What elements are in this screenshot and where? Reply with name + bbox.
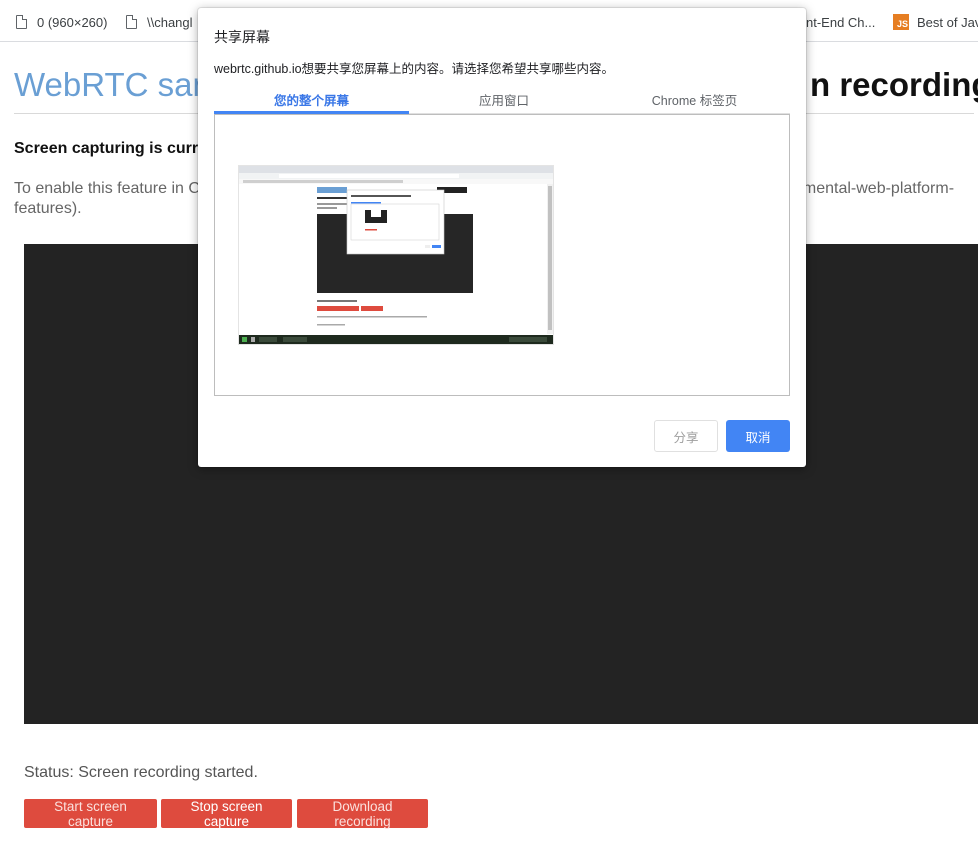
enable-instructions-line2: features).	[14, 200, 82, 217]
bookmark-item[interactable]: \\changl	[126, 13, 193, 31]
cancel-button[interactable]: 取消	[726, 420, 790, 452]
warning-text: Screen capturing is curre	[14, 140, 207, 157]
enable-instructions: To enable this feature in Ch	[14, 180, 209, 197]
stop-capture-button[interactable]: Stop screen capture	[161, 799, 292, 829]
bookmark-item[interactable]: 0 (960×260)	[16, 13, 107, 31]
page-title: WebRTC sam	[14, 66, 220, 103]
bookmark-label: nt-End Ch...	[806, 14, 876, 30]
bookmark-item[interactable]: nt-End Ch...	[806, 13, 875, 31]
js-icon: JS	[893, 14, 909, 30]
page-icon	[126, 14, 138, 29]
download-recording-button[interactable]: Download recording	[297, 799, 428, 829]
page-icon	[16, 14, 28, 29]
tab-application-window[interactable]: 应用窗口	[409, 90, 599, 114]
share-button[interactable]: 分享	[654, 420, 718, 452]
bookmark-label: \\changl	[147, 14, 193, 30]
status-text: Status: Screen recording started.	[24, 764, 258, 781]
dialog-description: webrtc.github.io想要共享您屏幕上的内容。请选择您希望共享哪些内容…	[214, 62, 615, 76]
bookmark-label: Best of Jav	[917, 14, 978, 30]
screen-thumbnail-image	[239, 166, 553, 344]
screen-thumbnail[interactable]	[239, 166, 553, 344]
page-title-tail: n recording	[810, 66, 978, 103]
enable-instructions-tail: rimental-web-platform-	[794, 180, 955, 197]
share-screen-dialog: 共享屏幕 webrtc.github.io想要共享您屏幕上的内容。请选择您希望共…	[198, 8, 806, 467]
screen-preview-area	[214, 114, 790, 396]
start-capture-button[interactable]: Start screen capture	[24, 799, 157, 829]
tab-chrome-tab[interactable]: Chrome 标签页	[599, 90, 790, 114]
bookmark-label: 0 (960×260)	[37, 14, 108, 30]
dialog-title: 共享屏幕	[214, 29, 270, 45]
bookmark-item[interactable]: JS Best of Jav	[893, 13, 978, 31]
